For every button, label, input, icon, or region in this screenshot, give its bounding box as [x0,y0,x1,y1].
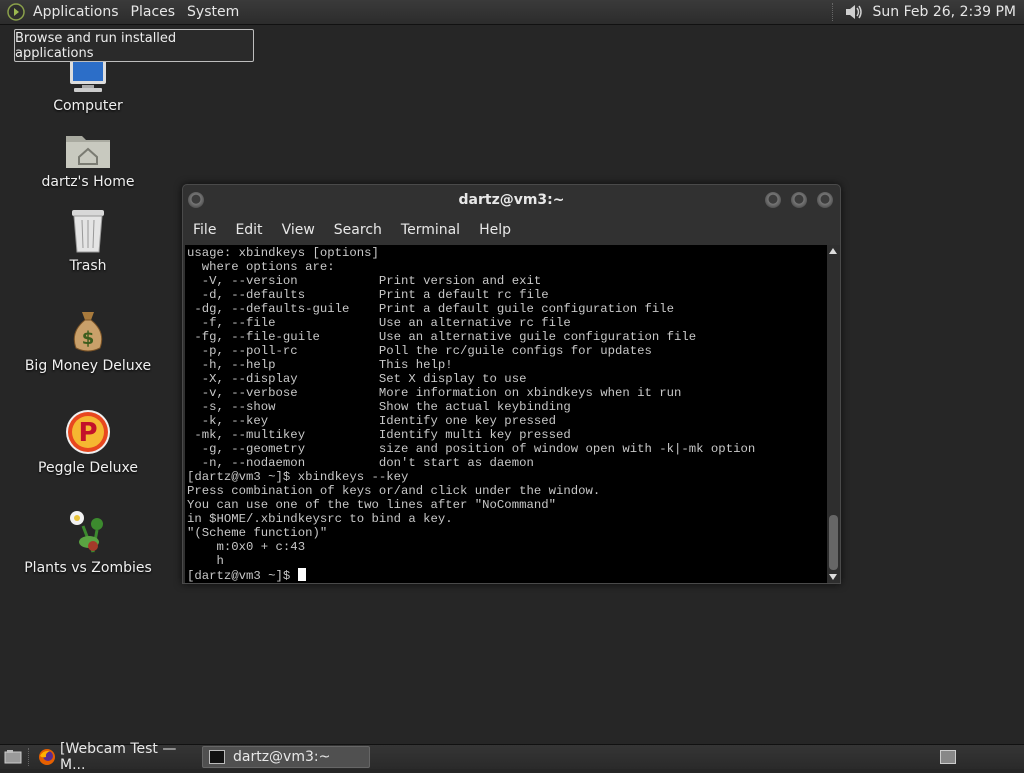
main-menu-icon[interactable] [7,3,25,21]
terminal-line: -dg, --defaults-guile Print a default gu… [187,302,675,316]
task-label: [Webcam Test — M... [60,741,177,773]
terminal-line: -V, --version Print version and exit [187,274,542,288]
applications-tooltip: Browse and run installed applications [14,29,254,62]
taskbar-item-terminal[interactable]: dartz@vm3:~ [202,746,370,768]
desktop-icon-label: Peggle Deluxe [38,460,138,476]
home-folder-icon [66,136,110,168]
terminal-line: "(Scheme function)" [187,526,328,540]
panel-separator [831,3,835,21]
terminal-output[interactable]: usage: xbindkeys [options] where options… [185,245,827,583]
scroll-up-arrow-icon[interactable] [829,248,837,254]
terminal-lines: usage: xbindkeys [options] where options… [187,246,827,568]
svg-text:P: P [78,418,97,448]
terminal-menubar: File Edit View Search Terminal Help [183,216,840,244]
terminal-line: -v, --verbose More information on xbindk… [187,386,682,400]
peggle-icon: P [66,410,110,454]
workspace-switcher[interactable] [940,750,956,764]
terminal-line: You can use one of the two lines after "… [187,498,556,512]
desktop-icon-label: Plants vs Zombies [24,560,152,576]
terminal-icon [209,750,225,764]
window-title: dartz@vm3:~ [458,192,565,208]
terminal-line: -fg, --file-guile Use an alternative gui… [187,330,697,344]
maximize-button[interactable] [791,192,807,208]
terminal-line: -k, --key Identify one key pressed [187,414,556,428]
terminal-line: -s, --show Show the actual keybinding [187,400,571,414]
terminal-line: m:0x0 + c:43 [187,540,306,554]
terminal-line: [dartz@vm3 ~]$ xbindkeys --key [187,470,409,484]
terminal-cursor [297,568,306,581]
terminal-line: -h, --help This help! [187,358,453,372]
terminal-line: h [187,554,224,568]
close-button[interactable] [817,192,833,208]
money-bag-icon: $ [73,312,103,352]
desktop-icon-computer[interactable]: Computer [18,58,158,114]
desktop-icon-peggle[interactable]: P Peggle Deluxe [18,408,158,476]
firefox-icon[interactable] [38,748,56,766]
terminal-line: -p, --poll-rc Poll the rc/guile configs … [187,344,652,358]
menu-search[interactable]: Search [334,222,382,238]
minimize-button[interactable] [765,192,781,208]
terminal-line: Press combination of keys or/and click u… [187,484,601,498]
menu-places[interactable]: Places [131,4,176,20]
taskbar-item-webcam-test[interactable]: [Webcam Test — M... [60,741,198,773]
computer-icon [70,60,106,92]
terminal-prompt: [dartz@vm3 ~]$ [187,569,298,583]
task-label: dartz@vm3:~ [233,749,331,765]
desktop-icon-plants-vs-zombies[interactable]: Plants vs Zombies [18,506,158,576]
desktop-icon-label: Trash [69,258,107,274]
desktop-icon-label: dartz's Home [41,174,135,190]
terminal-window[interactable]: dartz@vm3:~ File Edit View Search Termin… [182,184,841,584]
terminal-prompt-line: [dartz@vm3 ~]$ [187,568,827,583]
menu-edit[interactable]: Edit [235,222,262,238]
menu-view[interactable]: View [282,222,315,238]
terminal-scrollbar[interactable] [827,245,840,583]
trash-icon [72,210,104,253]
scrollbar-thumb[interactable] [829,515,838,570]
menu-file[interactable]: File [193,222,216,238]
desktop-icon-trash[interactable]: Trash [18,208,158,274]
desktop-icon-label: Computer [53,98,123,114]
panel-separator [28,748,29,766]
terminal-line: -d, --defaults Print a default rc file [187,288,549,302]
bottom-panel: [Webcam Test — M... dartz@vm3:~ [0,741,1024,773]
show-desktop-icon[interactable] [4,749,22,765]
clock[interactable]: Sun Feb 26, 2:39 PM [873,4,1016,20]
top-panel: Applications Places System Sun Feb 26, 2… [0,0,1024,25]
menu-system[interactable]: System [187,4,239,20]
menu-terminal[interactable]: Terminal [401,222,460,238]
plants-vs-zombies-icon [70,511,103,553]
volume-icon[interactable] [843,3,865,21]
terminal-line: in $HOME/.xbindkeysrc to bind a key. [187,512,453,526]
svg-text:$: $ [82,328,95,349]
terminal-line: usage: xbindkeys [options] [187,246,379,260]
terminal-line: -f, --file Use an alternative rc file [187,316,571,330]
scroll-down-arrow-icon[interactable] [829,574,837,580]
terminal-line: where options are: [187,260,335,274]
terminal-line: -X, --display Set X display to use [187,372,527,386]
top-panel-right: Sun Feb 26, 2:39 PM [831,0,1016,24]
terminal-line: -n, --nodaemon don't start as daemon [187,456,534,470]
menu-help[interactable]: Help [479,222,511,238]
terminal-line: -mk, --multikey Identify multi key press… [187,428,571,442]
desktop-icon-label: Big Money Deluxe [24,358,152,374]
window-titlebar[interactable]: dartz@vm3:~ [183,185,840,216]
terminal-line: -g, --geometry size and position of wind… [187,442,756,456]
desktop-icon-big-money[interactable]: $ Big Money Deluxe [18,308,158,374]
menu-applications[interactable]: Applications [33,4,119,20]
desktop-icon-home[interactable]: dartz's Home [18,130,158,190]
